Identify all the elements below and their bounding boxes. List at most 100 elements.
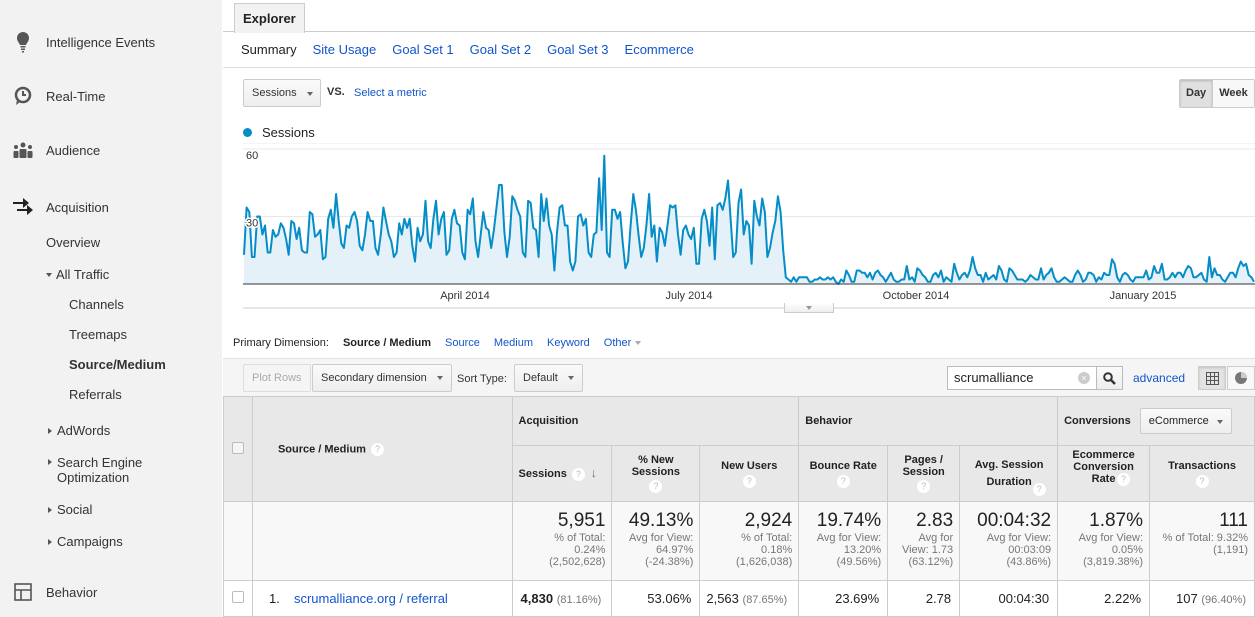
y-tick-label: 60 [246,150,258,162]
help-icon[interactable]: ? [742,474,756,488]
search-button[interactable] [1096,366,1123,390]
subtab-goal-set-2[interactable]: Goal Set 2 [470,42,531,57]
layout-icon [4,583,42,601]
subtab-goal-set-1[interactable]: Goal Set 1 [392,42,453,57]
row-new-users: 2,563 (87.65%) [699,580,800,617]
sort-desc-icon: ↓ [590,466,597,481]
col-header-ecommerce-conversion-rate[interactable]: Ecommerce Conversion Rate? [1057,445,1151,502]
help-icon[interactable]: ? [1032,483,1046,497]
row-checkbox[interactable] [231,591,244,603]
total-value: 1.87% [1089,510,1144,531]
help-icon[interactable]: ? [917,480,931,493]
sidebar-item-intelligence-events[interactable]: Intelligence Events [12,31,155,53]
col-header-avg-session-duration[interactable]: Avg. Session Duration? [959,445,1059,502]
clear-search-icon[interactable]: × [1078,372,1090,384]
dimension-keyword[interactable]: Keyword [547,337,590,349]
sessions-area [244,155,1254,284]
col-header-bounce-rate[interactable]: Bounce Rate? [798,445,889,502]
clock-icon [4,86,42,106]
select-metric-link[interactable]: Select a metric [354,87,427,99]
sidebar-item-social[interactable]: Social [48,502,92,517]
help-icon[interactable]: ? [571,467,585,481]
col-header-label: % New Sessions [631,454,681,478]
plot-rows-button[interactable]: Plot Rows [243,364,311,392]
sidebar-item-label: Acquisition [46,199,109,215]
week-button[interactable]: Week [1213,80,1254,107]
subtab-ecommerce[interactable]: Ecommerce [625,42,694,57]
total-note: Avg for View: [1078,532,1144,544]
total-note: % of Total: 9.32% [1162,532,1248,544]
arrows-icon [4,196,42,218]
sidebar-item-channels[interactable]: Channels [69,297,124,312]
sidebar-item-overview[interactable]: Overview [46,235,100,250]
sessions-chart[interactable]: 60 30 April 2014 July 2014 October 2014 … [243,143,1255,315]
col-header-pct-new-sessions[interactable]: % New Sessions? [611,445,701,502]
col-header-sessions[interactable]: Sessions? ↓ [511,445,613,502]
col-header-new-users[interactable]: New Users? [699,445,800,502]
source-medium-link[interactable]: scrumalliance.org / referral [294,591,448,606]
conversions-select[interactable]: eCommerce [1139,408,1232,434]
row-avg-session-duration: 00:04:30 [959,580,1059,617]
table-view-button[interactable] [1198,366,1226,390]
dimension-header[interactable]: Source / Medium? [251,396,513,502]
help-icon[interactable]: ? [836,474,850,488]
sidebar-item-audience[interactable]: Audience [12,141,100,159]
total-note: (63.12%) [908,556,954,568]
help-icon[interactable]: ? [649,480,663,493]
sidebar-item-source-medium[interactable]: Source/Medium [69,357,166,372]
total-value: 2,924 [744,510,793,531]
dimension-source-medium[interactable]: Source / Medium [343,337,431,349]
table-search-input[interactable]: scrumalliance × [947,366,1097,390]
cell-value: 4,830 [520,591,554,606]
help-icon[interactable]: ? [370,442,384,456]
dimension-medium[interactable]: Medium [494,337,533,349]
chart-expand-handle[interactable] [784,303,834,313]
sort-type-label: Sort Type: [457,373,507,385]
sidebar-item-campaigns[interactable]: Campaigns [48,534,123,549]
metric-select[interactable]: Sessions [243,79,321,107]
search-value: scrumalliance [954,370,1034,385]
total-value: 00:04:32 [977,510,1052,531]
metric-select-value: Sessions [252,87,297,99]
sidebar-item-acquisition[interactable]: Acquisition [12,196,109,218]
subtab-site-usage[interactable]: Site Usage [313,42,377,57]
total-pct-new-sessions: 49.13% Avg for View: 64.97% (-24.38%) [611,501,701,581]
total-note: (43.86%) [1006,556,1052,568]
cell-pct: (96.40%) [1201,594,1246,606]
sidebar-item-all-traffic[interactable]: All Traffic [46,267,109,282]
primary-dimension-bar: Primary Dimension: Source / Medium Sourc… [233,337,642,349]
sidebar-item-referrals[interactable]: Referrals [69,387,122,402]
help-icon[interactable]: ? [1195,474,1209,488]
col-header-pages-session[interactable]: Pages / Session? [887,445,961,502]
sidebar-item-real-time[interactable]: Real-Time [12,86,105,106]
sidebar-item-seo[interactable]: Search Engine Optimization [48,455,168,485]
subtab-summary[interactable]: Summary [241,42,297,57]
x-tick-label: April 2014 [440,290,490,302]
sidebar-item-label: Social [57,502,93,517]
subtab-goal-set-3[interactable]: Goal Set 3 [547,42,608,57]
vs-label: VS. [327,86,345,98]
select-all-checkbox[interactable] [231,441,244,454]
tab-explorer[interactable]: Explorer [234,3,305,33]
secondary-dimension-select[interactable]: Secondary dimension [312,364,452,392]
total-note: Avg for View: [986,532,1052,544]
col-header-label: Bounce Rate [809,459,877,472]
day-button[interactable]: Day [1180,80,1214,107]
help-icon[interactable]: ? [1117,473,1131,486]
total-note: % of Total: [554,532,606,544]
advanced-filter-link[interactable]: advanced [1133,371,1185,385]
sidebar-item-adwords[interactable]: AdWords [48,423,110,438]
dimension-other[interactable]: Other [604,337,642,349]
sort-type-select[interactable]: Default [514,364,583,392]
col-header-transactions[interactable]: Transactions? [1149,445,1255,502]
total-sessions: 5,951% of Total: 0.24% (2,502,628) [511,501,613,581]
sidebar-item-behavior[interactable]: Behavior [12,583,97,601]
total-note: Avg for [918,532,954,544]
dimension-source[interactable]: Source [445,337,480,349]
caret-right-icon [48,506,52,513]
row-select-cell [223,580,253,617]
total-note: 64.97% [656,544,694,556]
pie-view-button[interactable] [1227,366,1255,390]
table-row: 1. scrumalliance.org / referral 4,830 (81… [223,580,1255,617]
sidebar-item-treemaps[interactable]: Treemaps [69,327,127,342]
